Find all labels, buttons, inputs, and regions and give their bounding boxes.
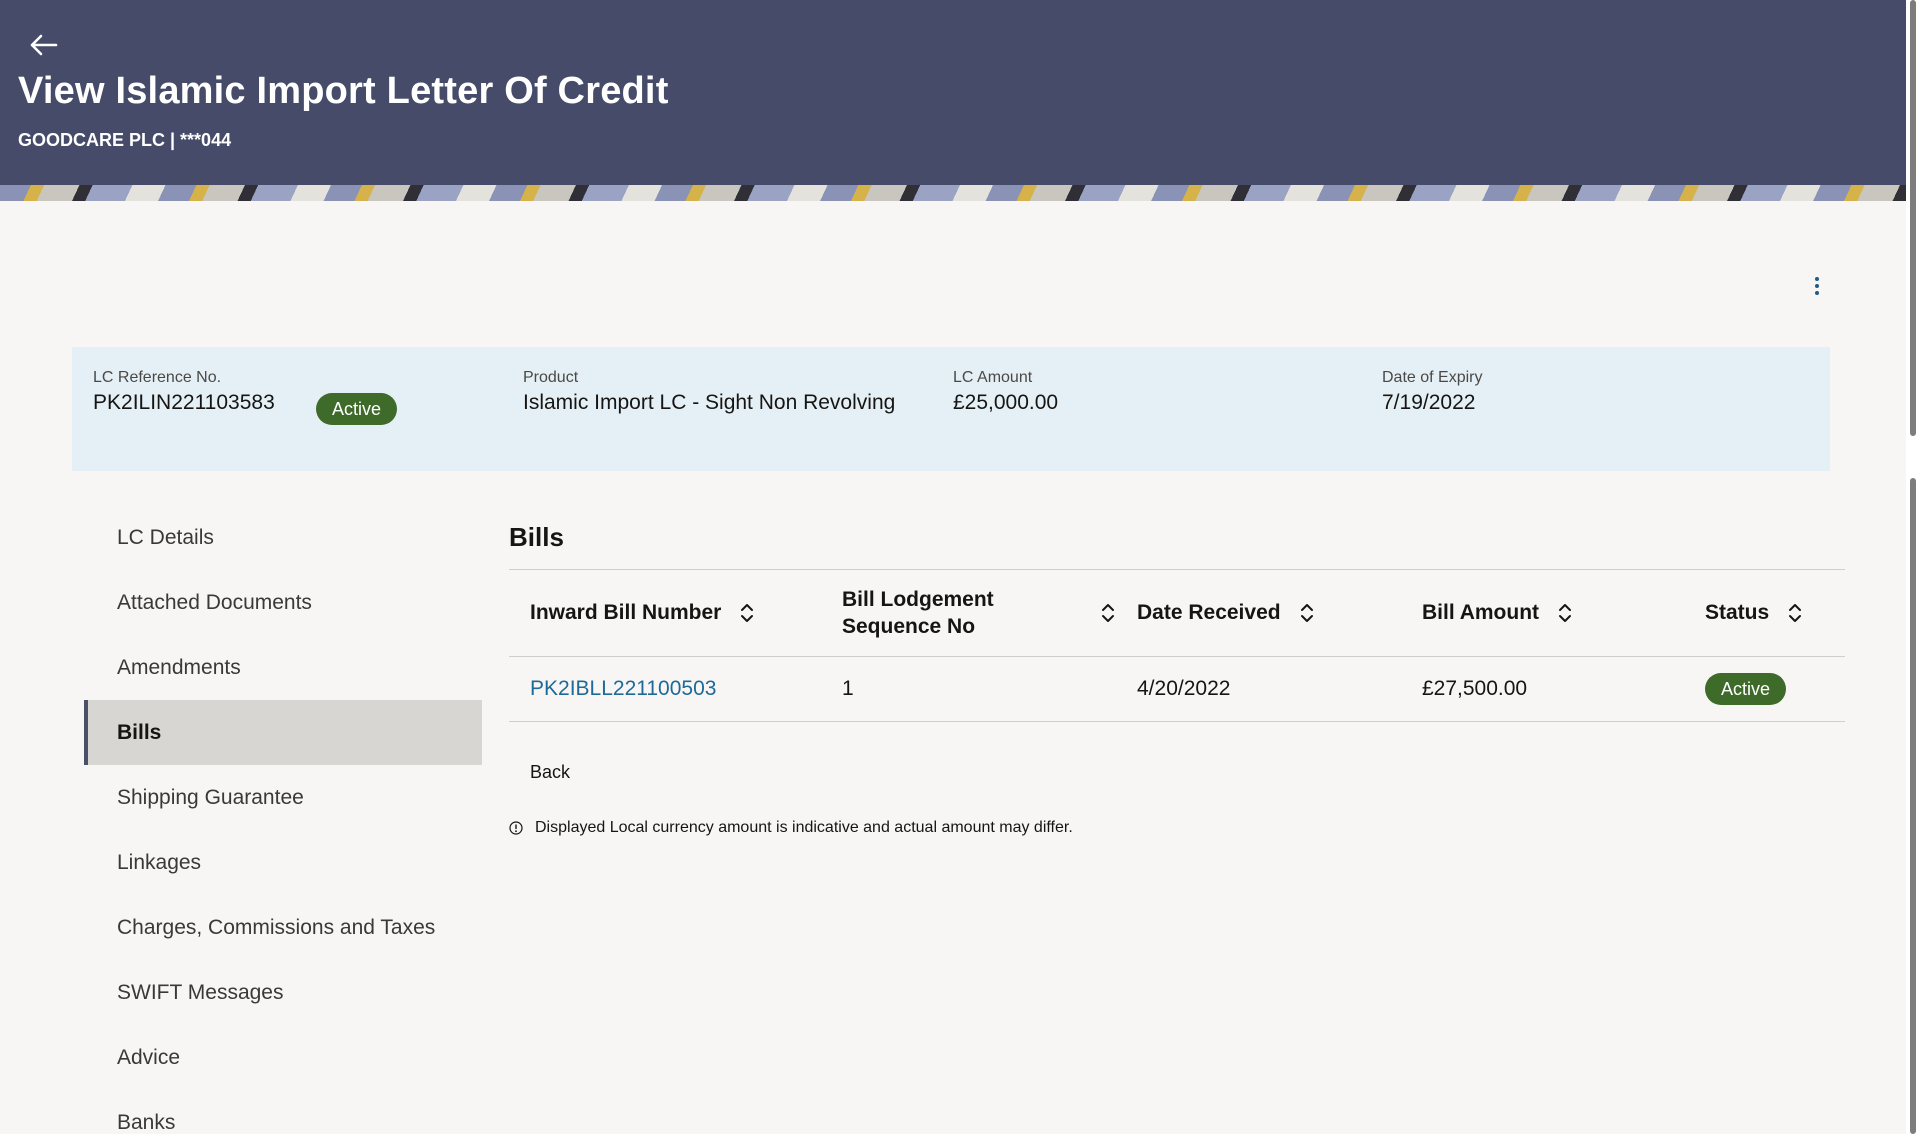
col-label: Bill Lodgement Sequence No	[842, 587, 994, 638]
amount-value: £25,000.00	[953, 391, 1059, 414]
lc-status-badge: Active	[316, 393, 398, 425]
nav-item-banks[interactable]: Banks	[84, 1090, 482, 1134]
section-title: Bills	[509, 522, 564, 552]
cell-status: Active	[1684, 656, 1845, 722]
summary-product: Product Islamic Import LC - Sight Non Re…	[523, 369, 895, 415]
summary-amount: LC Amount £25,000.00	[953, 369, 1058, 415]
col-label: Date Received	[1137, 600, 1281, 624]
cell-bill-amount: £27,500.00	[1401, 656, 1684, 722]
bills-section: Bills Inward Bill Number Bill Lodgement …	[509, 505, 1845, 837]
nav-item-advice[interactable]: Advice	[84, 1025, 482, 1090]
col-date-received: Date Received	[1116, 570, 1401, 657]
info-icon	[509, 820, 523, 835]
nav-item-swift-messages[interactable]: SWIFT Messages	[84, 960, 482, 1025]
col-inward-bill-number: Inward Bill Number	[509, 570, 821, 657]
nav-item-amendments[interactable]: Amendments	[84, 635, 482, 700]
header-decorative-strip	[0, 185, 1906, 201]
expiry-label: Date of Expiry	[1382, 369, 1483, 386]
app-window: View Islamic Import Letter Of Credit GOO…	[0, 0, 1906, 1134]
nav-item-bills[interactable]: Bills	[84, 700, 482, 765]
col-bill-amount: Bill Amount	[1401, 570, 1684, 657]
sort-icon[interactable]	[1100, 602, 1116, 624]
scrollbar-thumb-lower[interactable]	[1910, 478, 1916, 1134]
bill-status-badge: Active	[1705, 672, 1787, 705]
col-status: Status	[1684, 570, 1845, 657]
nav-item-shipping-guarantee[interactable]: Shipping Guarantee	[84, 765, 482, 830]
sort-icon[interactable]	[1787, 602, 1803, 624]
nav-item-charges[interactable]: Charges, Commissions and Taxes	[84, 895, 482, 960]
reference-label: LC Reference No.	[93, 369, 222, 386]
col-lodgement-sequence: Bill Lodgement Sequence No	[821, 570, 1116, 657]
cell-sequence: 1	[821, 656, 1116, 722]
col-label: Inward Bill Number	[530, 600, 722, 624]
sort-icon[interactable]	[739, 602, 755, 624]
table-row: PK2IBLL221100503 1 4/20/2022 £27,500.00 …	[509, 656, 1845, 722]
lc-summary-panel: LC Reference No. PK2ILIN221103583 Active…	[72, 347, 1830, 471]
bills-table: Inward Bill Number Bill Lodgement Sequen…	[509, 570, 1845, 722]
page-scrollbar[interactable]	[1906, 0, 1920, 1134]
product-label: Product	[523, 369, 579, 386]
nav-item-lc-details[interactable]: LC Details	[84, 505, 482, 570]
scrollbar-thumb[interactable]	[1910, 0, 1916, 436]
col-label: Status	[1705, 600, 1770, 624]
summary-expiry: Date of Expiry 7/19/2022	[1382, 369, 1482, 415]
disclaimer-text: Displayed Local currency amount is indic…	[535, 818, 1073, 836]
back-button[interactable]: Back	[530, 762, 570, 783]
amount-label: LC Amount	[953, 369, 1033, 386]
summary-reference: LC Reference No. PK2ILIN221103583	[93, 369, 275, 415]
sort-icon[interactable]	[1299, 602, 1315, 624]
bill-number-link[interactable]: PK2IBLL221100503	[530, 677, 716, 700]
col-label: Bill Amount	[1422, 600, 1540, 624]
reference-value: PK2ILIN221103583	[93, 391, 275, 414]
nav-item-linkages[interactable]: Linkages	[84, 830, 482, 895]
currency-disclaimer: Displayed Local currency amount is indic…	[509, 819, 1845, 837]
nav-item-attached-documents[interactable]: Attached Documents	[84, 570, 482, 635]
cell-date-received: 4/20/2022	[1116, 656, 1401, 722]
cell-bill-number: PK2IBLL221100503	[509, 656, 821, 722]
page-header: View Islamic Import Letter Of Credit GOO…	[0, 0, 1906, 185]
table-header-row: Inward Bill Number Bill Lodgement Sequen…	[509, 570, 1845, 657]
sort-icon[interactable]	[1557, 602, 1573, 624]
page-title: View Islamic Import Letter Of Credit	[18, 70, 669, 112]
product-value: Islamic Import LC - Sight Non Revolving	[523, 391, 896, 414]
back-arrow-icon[interactable]	[28, 32, 58, 58]
party-subtitle: GOODCARE PLC | ***044	[18, 130, 232, 150]
expiry-value: 7/19/2022	[1382, 391, 1476, 414]
kebab-menu-icon[interactable]	[1806, 274, 1828, 302]
lc-section-nav: LC Details Attached Documents Amendments…	[84, 505, 482, 1134]
